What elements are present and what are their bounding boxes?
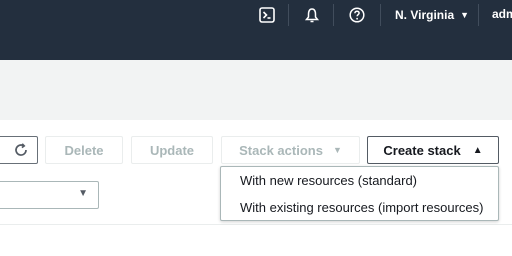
region-selector[interactable]: N. Virginia ▼: [395, 7, 469, 23]
create-stack-button[interactable]: Create stack ▲: [367, 136, 499, 164]
page-header-area: [0, 60, 512, 120]
topbar-separator: [333, 4, 334, 26]
create-stack-label: Create stack: [383, 142, 461, 158]
help-icon[interactable]: [346, 4, 368, 26]
region-label: N. Virginia: [395, 8, 455, 22]
caret-down-icon: ▼: [78, 188, 88, 199]
update-button[interactable]: Update: [131, 136, 213, 164]
refresh-button[interactable]: [0, 136, 38, 164]
caret-down-icon: ▼: [460, 10, 470, 20]
menu-item-new-resources[interactable]: With new resources (standard): [240, 171, 417, 191]
cloudshell-terminal-icon[interactable]: [256, 4, 278, 26]
caret-down-icon: ▼: [332, 145, 342, 155]
topbar-separator: [288, 4, 289, 26]
filter-select[interactable]: ▼: [0, 181, 99, 209]
caret-up-icon: ▲: [472, 144, 483, 156]
bell-icon[interactable]: [301, 4, 323, 26]
delete-button[interactable]: Delete: [45, 136, 123, 164]
delete-label: Delete: [64, 142, 104, 158]
stack-actions-button[interactable]: Stack actions ▼: [221, 136, 360, 164]
menu-item-existing-resources[interactable]: With existing resources (import resource…: [240, 198, 483, 218]
account-menu[interactable]: adm: [492, 7, 512, 21]
panel-divider: [0, 224, 512, 225]
stack-actions-label: Stack actions: [239, 142, 323, 158]
update-label: Update: [149, 142, 195, 158]
create-stack-menu: With new resources (standard) With exist…: [220, 166, 499, 221]
topbar-separator: [380, 4, 381, 26]
refresh-icon: [15, 143, 27, 156]
top-navigation-bar: N. Virginia ▼ adm: [0, 0, 512, 60]
topbar-separator: [478, 4, 479, 26]
